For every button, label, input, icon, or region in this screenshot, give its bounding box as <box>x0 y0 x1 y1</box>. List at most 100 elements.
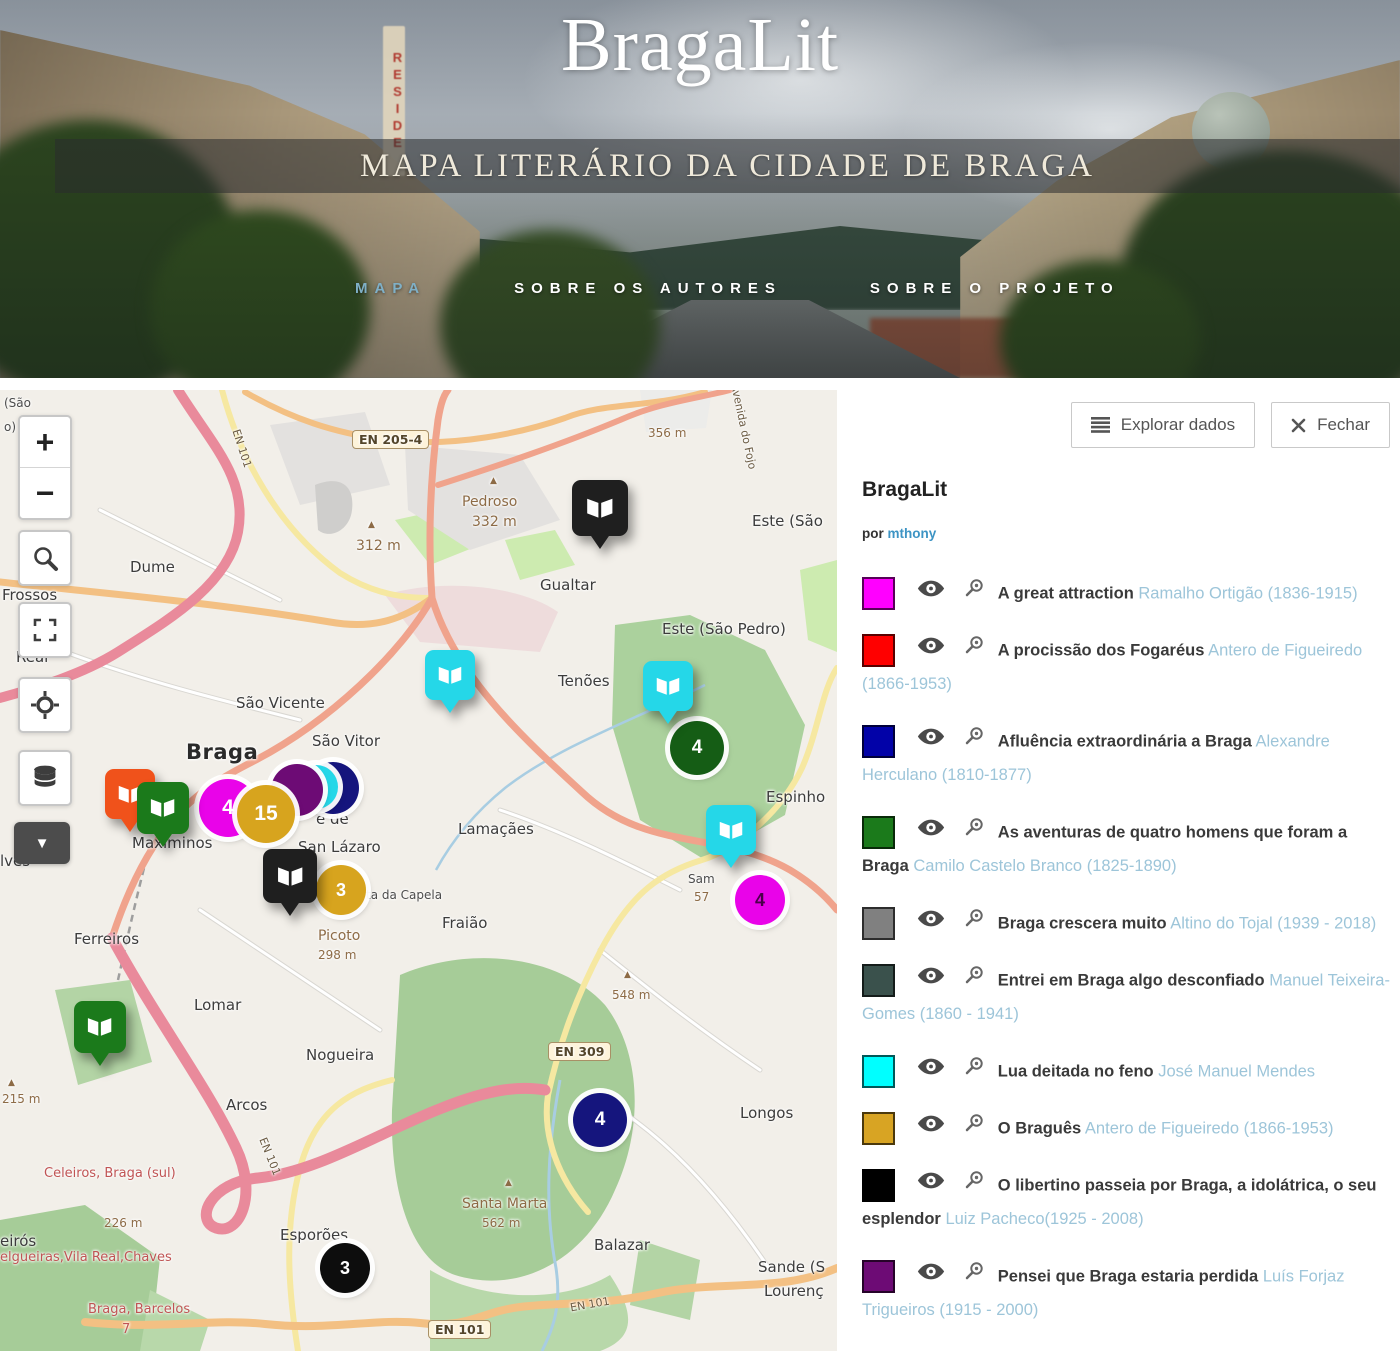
layer-color-swatch[interactable] <box>862 1112 895 1145</box>
legend-collapse-button[interactable]: ▼ <box>14 822 70 864</box>
map-place-label: Balazar <box>594 1236 650 1254</box>
zoom-to-layer-icon[interactable] <box>964 1260 984 1294</box>
visibility-eye-icon[interactable] <box>917 1260 945 1294</box>
layer-color-swatch[interactable] <box>862 1260 895 1293</box>
entry-author-link[interactable]: Camilo Castelo Branco (1825-1890) <box>913 857 1176 875</box>
entry-title: Pensei que Braga estaria perdida <box>998 1267 1258 1285</box>
visibility-eye-icon[interactable] <box>917 964 945 998</box>
layer-color-swatch[interactable] <box>862 816 895 849</box>
entry-author-link[interactable]: Antero de Figueiredo (1866-1953) <box>1085 1119 1334 1137</box>
map-canvas[interactable]: (Sãoo)EN 205-4356 mEN 101Avenida do Fojo… <box>0 390 837 1351</box>
legend-entry: As aventuras de quatro homens que foram … <box>862 816 1392 884</box>
map-place-label: Esporões <box>280 1226 348 1244</box>
byline-user-link[interactable]: mthony <box>888 526 937 541</box>
marker-cluster[interactable]: 3 <box>316 865 366 915</box>
layer-color-swatch[interactable] <box>862 634 895 667</box>
layer-color-swatch[interactable] <box>862 964 895 997</box>
nav-item[interactable]: SOBRE O PROJETO <box>870 280 1120 297</box>
entry-title: A procissão dos Fogaréus <box>998 641 1205 659</box>
layer-color-swatch[interactable] <box>862 577 895 610</box>
marker-cluster[interactable]: 4 <box>573 1093 627 1147</box>
subtitle-band: MAPA LITERÁRIO DA CIDADE DE BRAGA <box>55 139 1400 193</box>
zoom-to-layer-icon[interactable] <box>964 634 984 668</box>
layers-button[interactable] <box>18 750 72 806</box>
locate-icon <box>30 690 60 720</box>
visibility-eye-icon[interactable] <box>917 1055 945 1089</box>
nav-item[interactable]: SOBRE OS AUTORES <box>514 280 782 297</box>
map-place-label: Braga <box>186 740 258 764</box>
book-marker-pin[interactable] <box>74 1001 126 1053</box>
visibility-eye-icon[interactable] <box>917 634 945 668</box>
map-place-label: Longos <box>740 1104 793 1122</box>
map-place-label: ▲ <box>490 476 497 486</box>
zoom-to-layer-icon[interactable] <box>964 577 984 611</box>
map-place-label: Este (São Pedro) <box>662 620 786 638</box>
cluster-count: 4 <box>595 1109 606 1131</box>
book-marker-pin[interactable] <box>706 805 756 855</box>
book-marker-pin[interactable] <box>137 782 189 834</box>
locate-button[interactable] <box>18 677 72 733</box>
entry-title: Entrei em Braga algo desconfiado <box>998 971 1265 989</box>
map-place-label: Sande (S <box>758 1258 825 1276</box>
nav-item[interactable]: MAPA <box>355 280 426 297</box>
map-place-label: eirós <box>0 1232 36 1250</box>
site-header: RESIDE BragaLit MAPA LITERÁRIO DA CIDADE… <box>0 0 1400 378</box>
map-place-label: Celeiros, Braga (sul) <box>44 1166 176 1181</box>
book-marker-pin[interactable] <box>425 650 475 700</box>
zoom-out-button[interactable]: − <box>20 468 70 518</box>
marker-cluster[interactable]: 15 <box>237 785 295 843</box>
visibility-eye-icon[interactable] <box>917 1112 945 1146</box>
fullscreen-button[interactable] <box>18 602 72 658</box>
zoom-to-layer-icon[interactable] <box>964 964 984 998</box>
entry-author-link[interactable]: Luiz Pacheco(1925 - 2008) <box>945 1210 1143 1228</box>
entry-title: Afluência extraordinária a Braga <box>998 732 1252 750</box>
legend-entry: A procissão dos Fogaréus Antero de Figue… <box>862 634 1392 702</box>
marker-cluster[interactable]: 4 <box>735 875 785 925</box>
book-marker-pin[interactable] <box>643 661 693 711</box>
zoom-to-layer-icon[interactable] <box>964 725 984 759</box>
entry-author-link[interactable]: Ramalho Ortigão (1836-1915) <box>1138 584 1357 602</box>
zoom-to-layer-icon[interactable] <box>964 907 984 941</box>
zoom-to-layer-icon[interactable] <box>964 1055 984 1089</box>
layer-color-swatch[interactable] <box>862 907 895 940</box>
map-place-label: EN 309 <box>548 1042 611 1061</box>
map-place-label: EN 205-4 <box>352 430 429 449</box>
legend-entry: A great attraction Ramalho Ortigão (1836… <box>862 577 1392 611</box>
layer-color-swatch[interactable] <box>862 725 895 758</box>
zoom-in-button[interactable]: + <box>20 417 70 468</box>
entry-author-link[interactable]: José Manuel Mendes <box>1158 1062 1315 1080</box>
visibility-eye-icon[interactable] <box>917 816 945 850</box>
book-marker-pin[interactable] <box>572 480 628 536</box>
layer-color-swatch[interactable] <box>862 1169 895 1202</box>
map-place-label: Lourenç <box>764 1282 824 1300</box>
map-place-label: 226 m <box>104 1216 142 1230</box>
open-book-icon <box>435 660 465 690</box>
zoom-to-layer-icon[interactable] <box>964 1169 984 1203</box>
cluster-count: 4 <box>222 796 234 820</box>
legend-title: BragaLit <box>862 478 1392 502</box>
book-marker-pin[interactable] <box>263 849 317 903</box>
map-place-label: 312 m <box>356 538 401 554</box>
visibility-eye-icon[interactable] <box>917 1169 945 1203</box>
visibility-eye-icon[interactable] <box>917 725 945 759</box>
marker-cluster[interactable]: 3 <box>320 1243 370 1293</box>
map-place-label: Nogueira <box>306 1046 374 1064</box>
entry-author-link[interactable]: Altino do Tojal (1939 - 2018) <box>1170 914 1376 932</box>
map-place-label: Tenões <box>558 672 610 690</box>
zoom-to-layer-icon[interactable] <box>964 1112 984 1146</box>
open-book-icon <box>84 1011 115 1042</box>
content-row: (Sãoo)EN 205-4356 mEN 101Avenida do Fojo… <box>0 390 1400 1351</box>
zoom-to-layer-icon[interactable] <box>964 816 984 850</box>
open-book-icon <box>147 792 178 823</box>
explore-data-button[interactable]: Explorar dados <box>1071 402 1255 448</box>
map-place-label: Dume <box>130 558 175 576</box>
map-search-button[interactable] <box>18 530 72 586</box>
visibility-eye-icon[interactable] <box>917 577 945 611</box>
visibility-eye-icon[interactable] <box>917 907 945 941</box>
close-panel-button[interactable]: Fechar <box>1271 402 1390 448</box>
entry-title: Lua deitada no feno <box>998 1062 1154 1080</box>
layer-color-swatch[interactable] <box>862 1055 895 1088</box>
explore-data-label: Explorar dados <box>1121 415 1235 435</box>
map-place-label: Picoto <box>318 928 360 944</box>
map-place-label: ▲ <box>8 1078 15 1088</box>
